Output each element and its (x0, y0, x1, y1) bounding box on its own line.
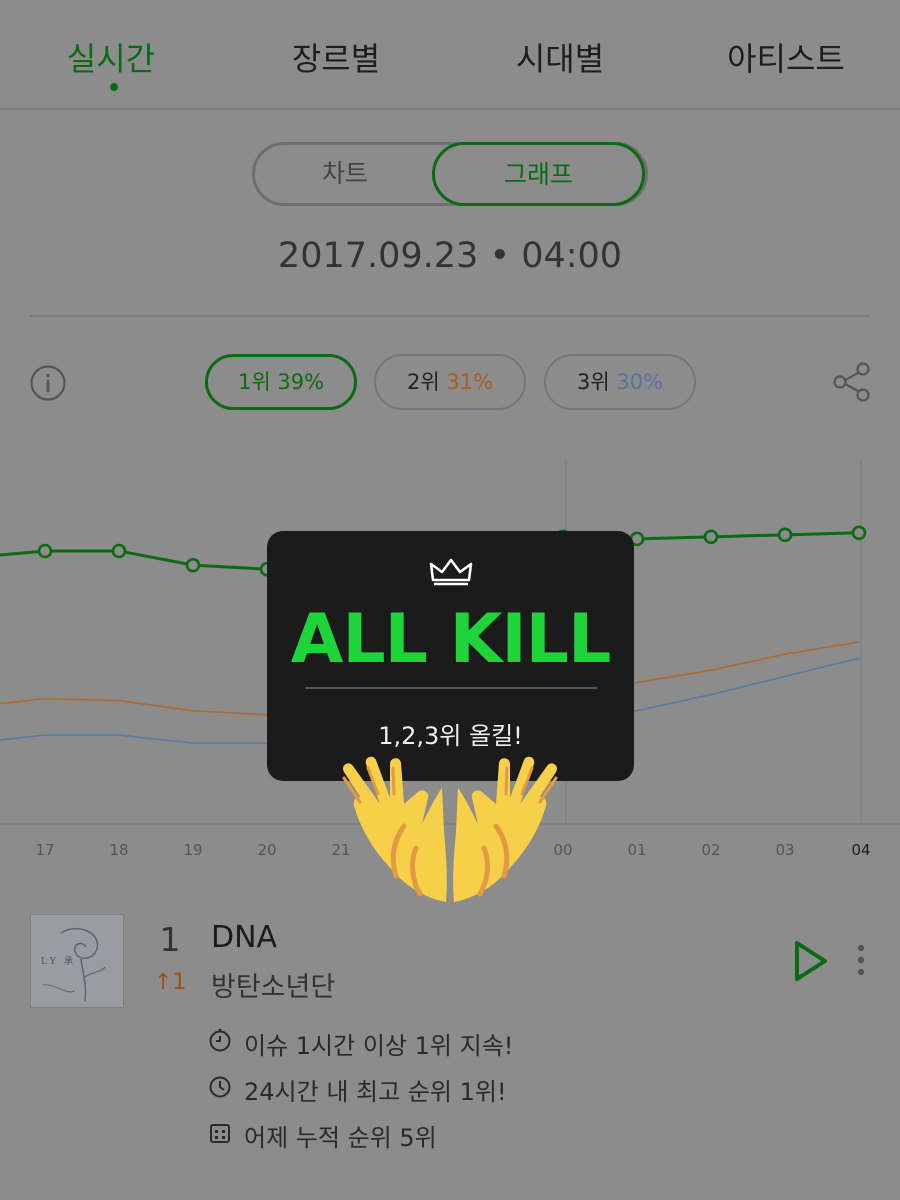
track-rank: 1 (159, 920, 181, 959)
tab-genre[interactable]: 장르별 (292, 34, 380, 80)
x-tick-label: 17 (35, 841, 54, 859)
artist-name[interactable]: 방탄소년단 (211, 965, 335, 1004)
chart-datetime: 2017.09.23 • 04:00 (277, 236, 623, 276)
data-point-18[interactable] (111, 543, 127, 559)
x-tick-label: 20 (257, 841, 276, 859)
x-tick-label: 18 (109, 841, 128, 859)
legend-rank-label: 2위 (406, 370, 440, 394)
legend-percent: 31% (446, 370, 494, 394)
svg-text:L Y: L Y (41, 957, 57, 967)
svg-text:承: 承 (64, 956, 73, 967)
top-tab-bar: 실시간 장르별 시대별 아티스트 (0, 0, 900, 110)
popup-subtitle: 1,2,3위 올킬! (378, 722, 523, 750)
x-tick-label: 19 (183, 841, 202, 859)
calendar-icon (210, 1124, 230, 1143)
divider (30, 315, 870, 317)
legend-percent: 30% (616, 370, 664, 394)
crown-icon (429, 558, 473, 586)
legend-pill-rank-2[interactable]: 2위 31% (374, 354, 526, 410)
graph-view-button[interactable]: 그래프 (432, 142, 645, 206)
timer-icon (209, 1029, 231, 1052)
share-icon[interactable] (830, 360, 874, 404)
tab-artist[interactable]: 아티스트 (727, 34, 845, 80)
track-note-text: 어제 누적 순위 5위 (244, 1124, 437, 1152)
more-options-icon[interactable] (846, 940, 876, 980)
x-tick-label: 03 (775, 841, 794, 859)
song-title[interactable]: DNA (211, 920, 277, 955)
clock-icon (209, 1076, 231, 1098)
rank-change-indicator: ↑1 (154, 970, 187, 995)
x-tick-label: 01 (627, 841, 646, 859)
info-icon[interactable] (29, 364, 67, 402)
data-point-02[interactable] (703, 529, 719, 545)
active-tab-indicator (110, 83, 118, 91)
play-icon[interactable] (790, 938, 830, 984)
x-tick-label: 02 (701, 841, 720, 859)
legend-pill-rank-3[interactable]: 3위 30% (544, 354, 696, 410)
tab-era[interactable]: 시대별 (516, 34, 604, 80)
legend-rank-label: 3위 (576, 370, 610, 394)
raised-hands-icon (342, 756, 558, 902)
data-point-04[interactable] (851, 525, 867, 541)
popup-title: ALL KILL (290, 600, 612, 679)
legend-pill-rank-1[interactable]: 1위 39% (205, 354, 357, 410)
data-point-19[interactable] (185, 557, 201, 573)
tab-realtime[interactable]: 실시간 (67, 34, 155, 80)
legend-percent: 39% (277, 370, 325, 394)
track-note-text: 이슈 1시간 이상 1위 지속! (244, 1032, 514, 1060)
legend-rank-label: 1위 (237, 370, 271, 394)
data-point-17[interactable] (37, 543, 53, 559)
x-tick-label: 04 (851, 841, 870, 859)
chart-view-button[interactable]: 차트 (255, 145, 435, 203)
view-toggle: 차트 그래프 (252, 142, 648, 206)
track-note-text: 24시간 내 최고 순위 1위! (244, 1078, 507, 1106)
data-point-03[interactable] (777, 527, 793, 543)
album-art-rose-image: L Y 承 (41, 928, 106, 1002)
popup-divider (305, 687, 597, 689)
album-cover[interactable]: L Y 承 (30, 914, 124, 1008)
